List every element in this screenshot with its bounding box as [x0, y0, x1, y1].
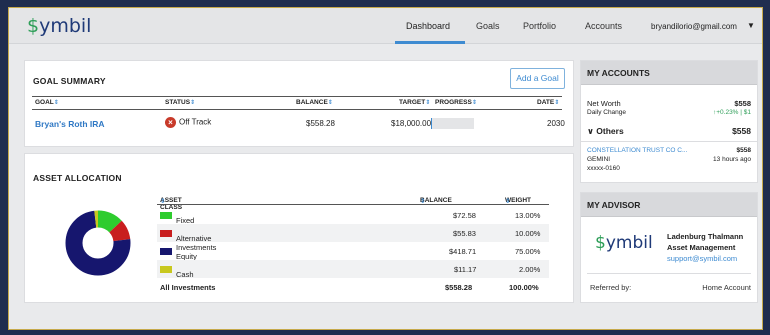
col-target[interactable]: TARGET⇕ [399, 99, 430, 106]
advisor-firm-line2: Asset Management [667, 243, 736, 252]
tab-portfolio[interactable]: Portfolio [523, 21, 556, 31]
goal-summary-title: GOAL SUMMARY [33, 76, 106, 86]
balance-cell: $558.28 [306, 119, 335, 128]
col-date[interactable]: DATE⇕ [537, 99, 559, 106]
add-goal-button[interactable]: Add a Goal [510, 68, 565, 89]
referred-by-label: Referred by: [590, 283, 632, 292]
col-progress[interactable]: PROGRESS⇕ [435, 99, 477, 106]
swatch-cash [160, 266, 172, 273]
advisor-logo: $ymbil [595, 233, 653, 253]
my-advisor-panel: MY ADVISOR $ymbil Ladenburg Thalmann Ass… [580, 192, 758, 303]
col-goal[interactable]: GOAL⇕ [35, 99, 59, 106]
sort-icon: ⇕ [554, 100, 560, 106]
sort-icon: ⇕ [425, 100, 431, 106]
referred-by-value: Home Account [702, 283, 751, 292]
x-circle-icon: × [165, 117, 176, 128]
divider [32, 96, 562, 97]
goal-name-link[interactable]: Bryan's Roth IRA [35, 119, 105, 129]
table-row: Alternative Investments $55.83 10.00% [157, 224, 549, 252]
divider [157, 204, 549, 205]
symbil-logo[interactable]: $ymbil [27, 15, 91, 37]
tab-dashboard[interactable]: Dashboard [406, 21, 450, 31]
status-cell: × Off Track [165, 117, 211, 128]
tab-goals[interactable]: Goals [476, 21, 500, 31]
divider [587, 273, 751, 274]
others-group-toggle[interactable]: ∨ Others $558 [587, 126, 751, 137]
my-accounts-panel: MY ACCOUNTS Net Worth $558 Daily Change … [580, 60, 758, 183]
app-window: $ymbil Dashboard Goals Portfolio Account… [8, 7, 763, 330]
chevron-down-icon[interactable]: ▼ [747, 21, 755, 30]
my-advisor-title: MY ADVISOR [581, 193, 757, 217]
allocation-donut-chart [65, 210, 131, 276]
table-row: Fixed Income $72.58 13.00% [157, 206, 549, 234]
chevron-down-icon: ∨ [587, 126, 594, 136]
total-row: All Investments $558.28 100.00% [160, 283, 539, 292]
allocation-header-row: ASSET CLASS ⇕ BALANCE ⇕ WEIGHT ⇕ [160, 197, 531, 211]
advisor-email-link[interactable]: support@symbil.com [667, 254, 737, 263]
progress-fill [431, 118, 433, 129]
table-row: Cash $11.17 2.00% [157, 260, 549, 279]
progress-bar [431, 118, 474, 129]
net-worth-row: Net Worth $558 [587, 99, 751, 108]
my-accounts-title: MY ACCOUNTS [581, 61, 757, 85]
date-cell: 2030 [547, 119, 565, 128]
sort-icon: ⇕ [190, 100, 196, 106]
col-status[interactable]: STATUS⇕ [165, 99, 195, 106]
swatch-fixed-income [160, 212, 172, 219]
sort-icon: ⇕ [53, 100, 59, 106]
user-email[interactable]: bryandilorio@gmail.com [651, 22, 737, 31]
target-cell: $18,000.00 [391, 119, 432, 128]
top-nav: $ymbil Dashboard Goals Portfolio Account… [9, 8, 762, 44]
asset-allocation-panel: ASSET ALLOCATION ASSET CLASS ⇕ BALANCE ⇕ W… [24, 153, 574, 303]
swatch-equity [160, 248, 172, 255]
account-institution-row: GEMINI 13 hours ago [587, 156, 751, 163]
daily-change-row: Daily Change ↑+0.23% | $1 [587, 109, 751, 116]
advisor-firm-line1: Ladenburg Thalmann [667, 232, 744, 241]
sort-icon: ⇕ [327, 100, 333, 106]
asset-allocation-title: ASSET ALLOCATION [33, 173, 122, 183]
table-row: Equity $418.71 75.00% [157, 242, 549, 261]
divider [581, 141, 757, 142]
goal-summary-panel: GOAL SUMMARY Add a Goal GOAL⇕ STATUS⇕ BA… [24, 60, 574, 147]
account-number: xxxxx-0160 [587, 165, 620, 172]
divider [32, 109, 562, 110]
swatch-alternative-investments [160, 230, 172, 237]
col-balance[interactable]: BALANCE⇕ [296, 99, 333, 106]
account-item[interactable]: CONSTELLATION TRUST CO C... $558 [587, 147, 751, 154]
sort-icon: ⇕ [471, 100, 477, 106]
active-tab-indicator [395, 41, 465, 44]
tab-accounts[interactable]: Accounts [585, 21, 622, 31]
